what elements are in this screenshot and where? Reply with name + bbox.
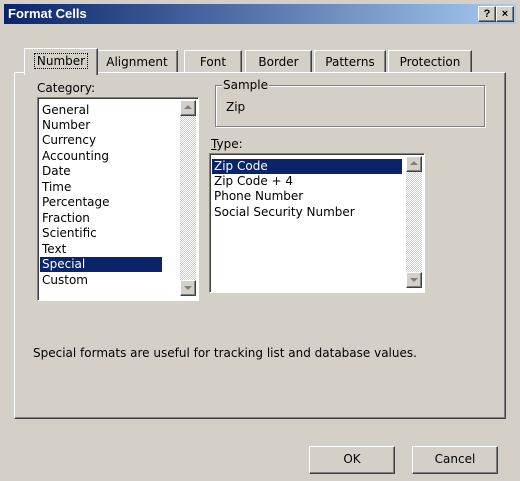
help-button[interactable]: ? [478, 6, 496, 22]
chevron-down-icon [410, 278, 418, 282]
chevron-up-icon [410, 161, 418, 165]
window-title: Format Cells [8, 6, 87, 21]
type-scrollbar[interactable] [406, 156, 422, 288]
category-item[interactable]: Currency [40, 133, 162, 148]
tab-number[interactable]: Number [24, 48, 98, 75]
title-bar[interactable]: Format Cells ? × [4, 4, 516, 24]
scroll-down-button[interactable] [180, 280, 196, 296]
category-item[interactable]: Custom [40, 273, 162, 288]
tab-border[interactable]: Border [245, 50, 312, 73]
scroll-up-button[interactable] [406, 156, 422, 172]
sample-label: Sample [222, 78, 269, 92]
category-item[interactable]: Text [40, 242, 162, 257]
sample-value: Zip [226, 100, 246, 114]
category-item[interactable]: Date [40, 164, 162, 179]
chevron-down-icon [184, 286, 192, 290]
close-button[interactable]: × [496, 6, 514, 22]
category-item[interactable]: Fraction [40, 211, 162, 226]
category-item[interactable]: Number [40, 118, 162, 133]
sample-group: Sample Zip [215, 78, 485, 127]
description-text: Special formats are useful for tracking … [33, 346, 417, 360]
category-item[interactable]: Percentage [40, 195, 162, 210]
category-item[interactable]: Scientific [40, 226, 162, 241]
tab-font[interactable]: Font [184, 50, 242, 73]
format-cells-dialog: Format Cells ? × Number Alignment Font B… [0, 0, 520, 481]
type-item[interactable]: Phone Number [212, 189, 402, 204]
ok-button[interactable]: OK [309, 446, 395, 474]
category-item-selected[interactable]: Special [40, 257, 162, 272]
type-item-selected[interactable]: Zip Code [212, 159, 402, 174]
category-label: Category: [37, 81, 95, 95]
chevron-up-icon [184, 105, 192, 109]
tab-patterns[interactable]: Patterns [314, 50, 386, 73]
type-item[interactable]: Zip Code + 4 [212, 174, 402, 189]
tab-number-label: Number [33, 53, 89, 69]
cancel-button[interactable]: Cancel [412, 446, 498, 474]
scroll-up-button[interactable] [180, 100, 196, 116]
number-tab-panel: Category: General Number Currency Accoun… [14, 72, 506, 419]
category-listbox[interactable]: General Number Currency Accounting Date … [37, 97, 199, 301]
category-item[interactable]: Time [40, 180, 162, 195]
scroll-down-button[interactable] [406, 272, 422, 288]
category-item[interactable]: Accounting [40, 149, 162, 164]
type-label: Type: [211, 137, 243, 151]
category-item[interactable]: General [40, 103, 162, 118]
tab-alignment[interactable]: Alignment [96, 50, 178, 73]
tab-protection[interactable]: Protection [388, 50, 472, 73]
category-scrollbar[interactable] [180, 100, 196, 296]
type-listbox[interactable]: Zip Code Zip Code + 4 Phone Number Socia… [209, 153, 425, 293]
type-item[interactable]: Social Security Number [212, 205, 402, 220]
